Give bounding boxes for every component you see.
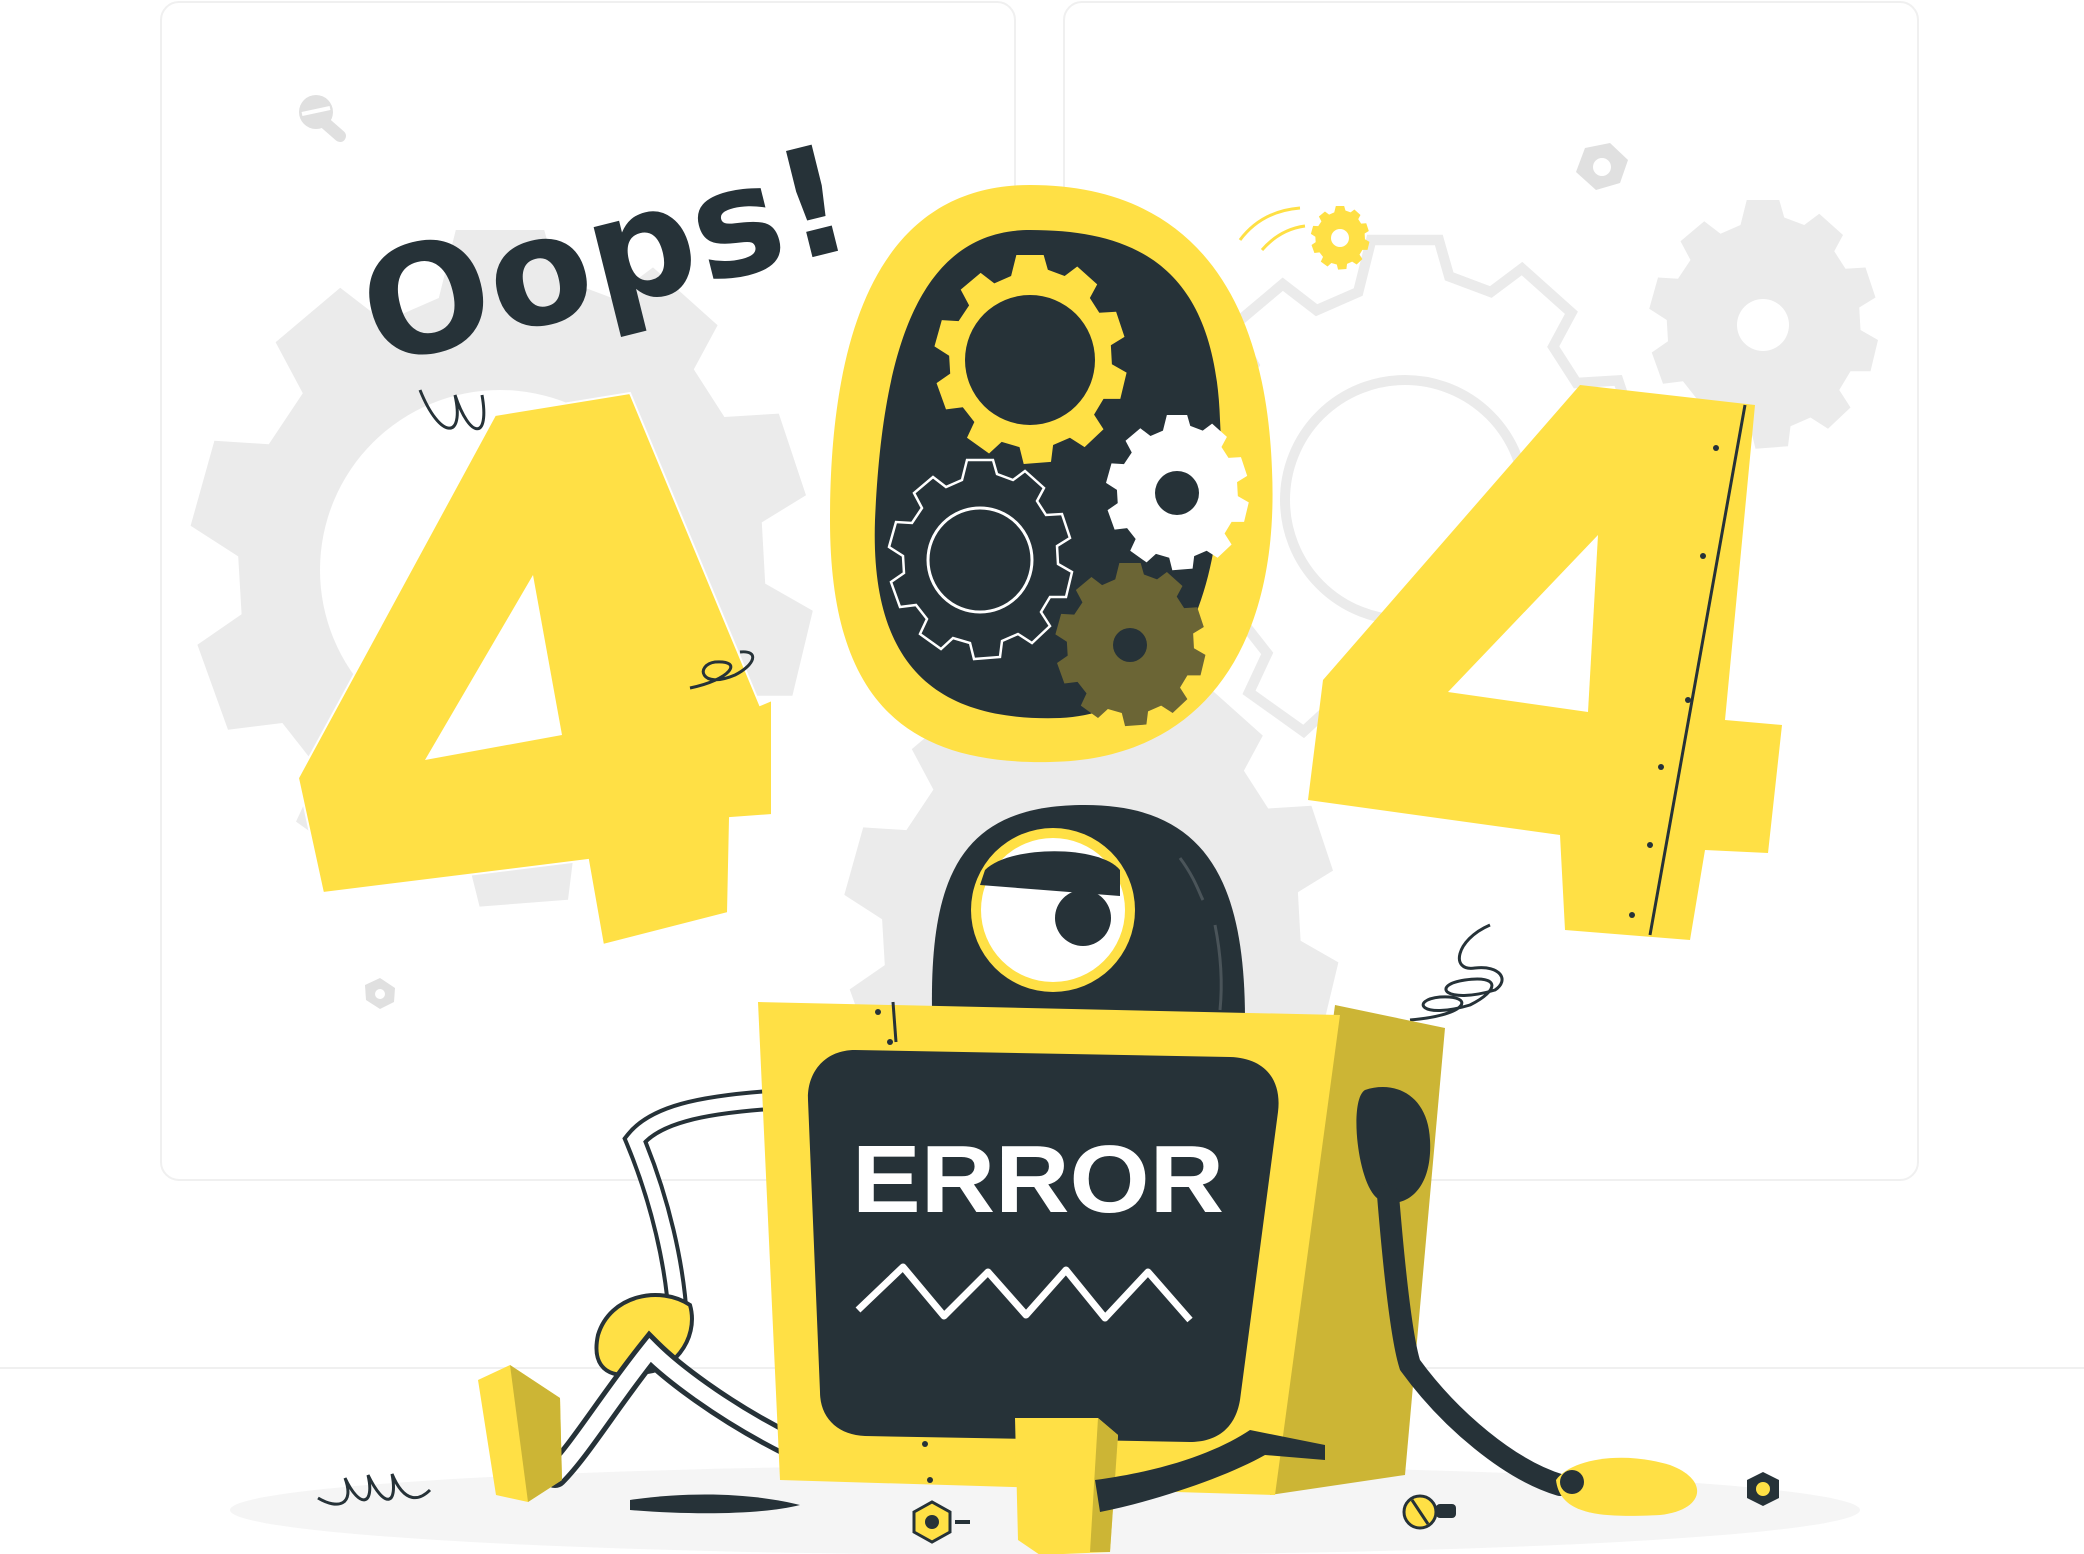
error-404-illustration: Oops! 4 4 ERROR [0,0,2084,1554]
error-screen: ERROR [807,1050,1279,1442]
robot-head [830,185,1273,763]
error-label: ERROR [852,1126,1224,1233]
robot-eye [971,828,1135,992]
digit-four-left-label: 4 [0,0,1,1]
robot-error-box: ERROR [758,1001,1445,1554]
robot-right-arm [1377,1184,1698,1516]
digit-four-right-label: 4 [0,0,1,1]
